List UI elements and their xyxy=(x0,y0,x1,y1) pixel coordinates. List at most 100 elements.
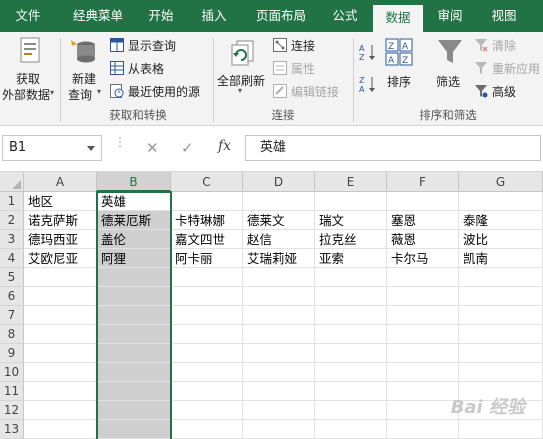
cell-d12[interactable] xyxy=(243,401,315,420)
formula-bar-resize-handle[interactable]: ⋮ xyxy=(114,136,126,148)
cell-b2[interactable]: 德莱厄斯 xyxy=(97,211,171,230)
row-header-10[interactable]: 10 xyxy=(0,363,24,382)
cell-b8[interactable] xyxy=(97,325,171,344)
column-header-a[interactable]: A xyxy=(24,172,97,192)
sort-descending-button[interactable]: ZA xyxy=(358,74,378,94)
show-queries-button[interactable]: 显示查询 xyxy=(110,37,206,54)
cell-f7[interactable] xyxy=(387,306,459,325)
tab-classic-menu[interactable]: 经典菜单 xyxy=(62,0,134,32)
cell-b7[interactable] xyxy=(97,306,171,325)
row-header-11[interactable]: 11 xyxy=(0,382,24,401)
tab-view[interactable]: 视图 xyxy=(484,0,524,32)
cell-a1[interactable]: 地区 xyxy=(24,192,97,211)
cell-f10[interactable] xyxy=(387,363,459,382)
cell-a3[interactable]: 德玛西亚 xyxy=(24,230,97,249)
cell-g5[interactable] xyxy=(459,268,543,287)
cell-e5[interactable] xyxy=(315,268,387,287)
cell-g7[interactable] xyxy=(459,306,543,325)
recent-sources-button[interactable]: 最近使用的源 xyxy=(110,83,210,100)
cell-c9[interactable] xyxy=(171,344,243,363)
tab-page-layout[interactable]: 页面布局 xyxy=(250,0,312,32)
cell-f8[interactable] xyxy=(387,325,459,344)
cell-g6[interactable] xyxy=(459,287,543,306)
cell-a12[interactable] xyxy=(24,401,97,420)
cell-f13[interactable] xyxy=(387,420,459,439)
cell-e3[interactable]: 拉克丝 xyxy=(315,230,387,249)
cell-d2[interactable]: 德莱文 xyxy=(243,211,315,230)
cell-d1[interactable] xyxy=(243,192,315,211)
cell-g8[interactable] xyxy=(459,325,543,344)
tab-review[interactable]: 审阅 xyxy=(430,0,470,32)
formula-input[interactable]: 英雄 xyxy=(245,135,541,161)
column-header-f[interactable]: F xyxy=(387,172,459,192)
cell-b6[interactable] xyxy=(97,287,171,306)
name-box-dropdown-icon[interactable] xyxy=(87,146,95,151)
column-header-g[interactable]: G xyxy=(459,172,543,192)
cell-b9[interactable] xyxy=(97,344,171,363)
cell-e4[interactable]: 亚索 xyxy=(315,249,387,268)
tab-home[interactable]: 开始 xyxy=(141,0,181,32)
column-header-c[interactable]: C xyxy=(171,172,243,192)
cell-b11[interactable] xyxy=(97,382,171,401)
row-header-9[interactable]: 9 xyxy=(0,344,24,363)
cell-a5[interactable] xyxy=(24,268,97,287)
cell-f12[interactable] xyxy=(387,401,459,420)
refresh-all-button[interactable]: 全部刷新 ▾ xyxy=(215,34,269,104)
cell-g1[interactable] xyxy=(459,192,543,211)
cell-d3[interactable]: 赵信 xyxy=(243,230,315,249)
cell-c10[interactable] xyxy=(171,363,243,382)
cell-d11[interactable] xyxy=(243,382,315,401)
cell-d10[interactable] xyxy=(243,363,315,382)
sort-button[interactable]: ZAAZ 排序 xyxy=(382,34,416,104)
cell-a6[interactable] xyxy=(24,287,97,306)
cell-f4[interactable]: 卡尔马 xyxy=(387,249,459,268)
column-header-d[interactable]: D xyxy=(243,172,315,192)
cell-e12[interactable] xyxy=(315,401,387,420)
cell-e9[interactable] xyxy=(315,344,387,363)
cell-c13[interactable] xyxy=(171,420,243,439)
cell-a4[interactable]: 艾欧尼亚 xyxy=(24,249,97,268)
cell-g3[interactable]: 波比 xyxy=(459,230,543,249)
select-all-corner[interactable] xyxy=(0,172,24,192)
cell-d4[interactable]: 艾瑞莉娅 xyxy=(243,249,315,268)
cell-e8[interactable] xyxy=(315,325,387,344)
cell-d6[interactable] xyxy=(243,287,315,306)
cell-f6[interactable] xyxy=(387,287,459,306)
cell-e2[interactable]: 瑞文 xyxy=(315,211,387,230)
row-header-8[interactable]: 8 xyxy=(0,325,24,344)
cell-e13[interactable] xyxy=(315,420,387,439)
tab-file[interactable]: 文件 xyxy=(8,0,48,32)
cell-b13[interactable] xyxy=(97,420,171,439)
advanced-filter-button[interactable]: 高级 xyxy=(474,83,540,100)
cell-c1[interactable] xyxy=(171,192,243,211)
cell-d8[interactable] xyxy=(243,325,315,344)
cell-b4[interactable]: 阿狸 xyxy=(97,249,171,268)
cell-b3[interactable]: 盖伦 xyxy=(97,230,171,249)
cell-f5[interactable] xyxy=(387,268,459,287)
cell-f3[interactable]: 薇恩 xyxy=(387,230,459,249)
insert-function-icon[interactable]: fx xyxy=(218,138,231,154)
tab-insert[interactable]: 插入 xyxy=(194,0,234,32)
filter-button[interactable]: 筛选 xyxy=(432,34,468,104)
cell-f11[interactable] xyxy=(387,382,459,401)
cell-a13[interactable] xyxy=(24,420,97,439)
enter-icon[interactable]: ✓ xyxy=(181,139,194,157)
row-header-13[interactable]: 13 xyxy=(0,420,24,439)
cell-f9[interactable] xyxy=(387,344,459,363)
cell-a9[interactable] xyxy=(24,344,97,363)
cell-a7[interactable] xyxy=(24,306,97,325)
sort-ascending-button[interactable]: AZ xyxy=(358,42,378,62)
cell-c5[interactable] xyxy=(171,268,243,287)
cell-b5[interactable] xyxy=(97,268,171,287)
cell-e7[interactable] xyxy=(315,306,387,325)
connections-button[interactable]: 连接 xyxy=(273,37,343,54)
cell-c12[interactable] xyxy=(171,401,243,420)
cell-e1[interactable] xyxy=(315,192,387,211)
cell-c6[interactable] xyxy=(171,287,243,306)
row-header-3[interactable]: 3 xyxy=(0,230,24,249)
tab-data[interactable]: 数据 xyxy=(373,5,423,32)
row-header-12[interactable]: 12 xyxy=(0,401,24,420)
cell-f1[interactable] xyxy=(387,192,459,211)
cell-c3[interactable]: 嘉文四世 xyxy=(171,230,243,249)
column-header-e[interactable]: E xyxy=(315,172,387,192)
